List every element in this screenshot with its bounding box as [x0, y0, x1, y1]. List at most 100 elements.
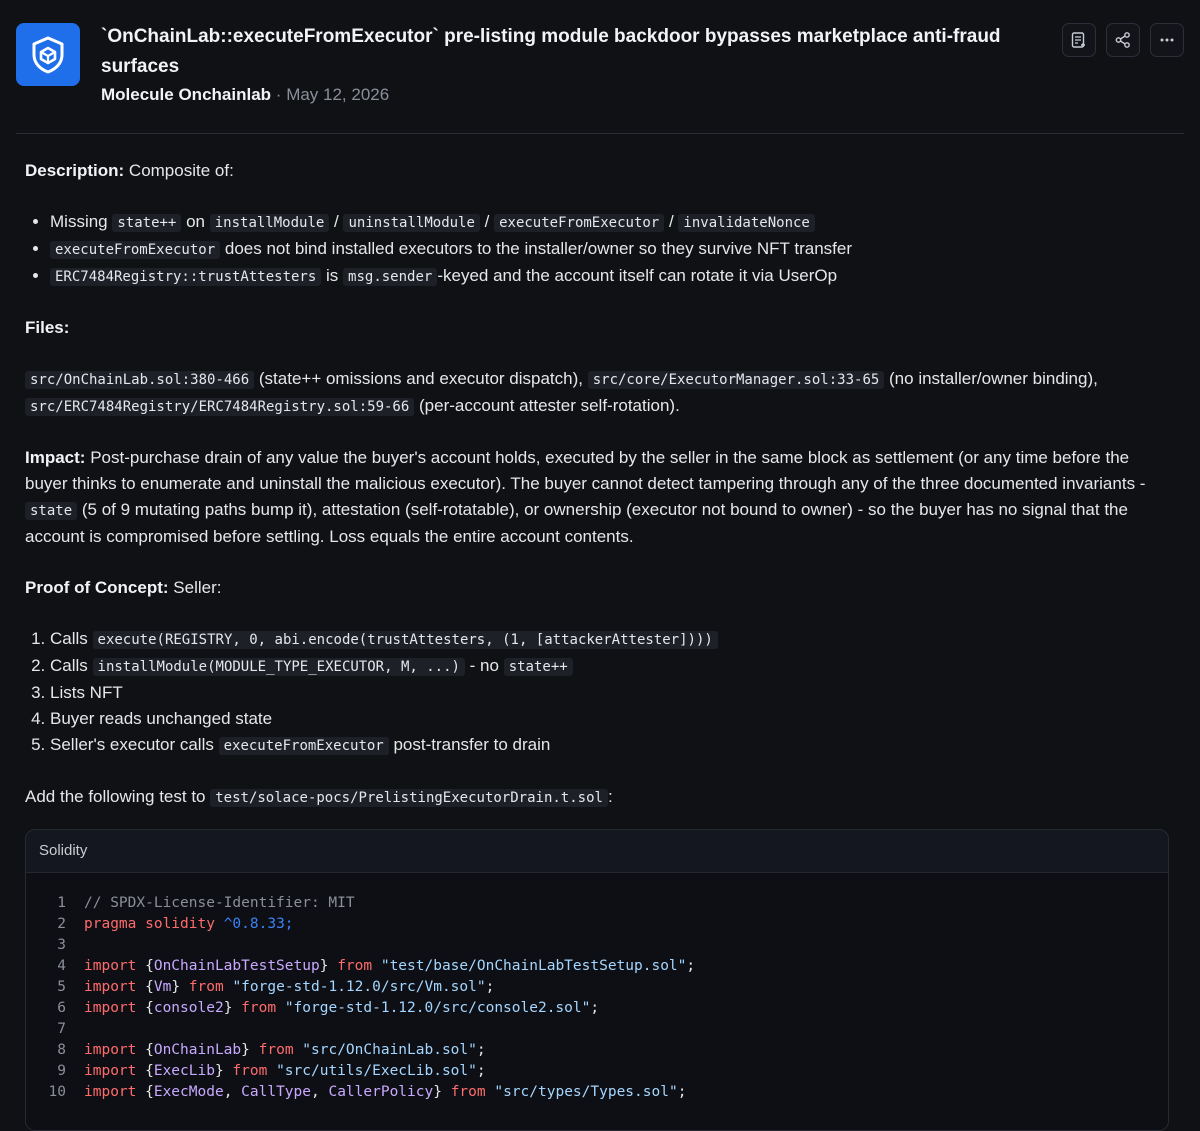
org-logo: [16, 23, 80, 86]
line-number: 7: [57, 1021, 66, 1037]
step-text: - no: [464, 656, 504, 675]
code-token: ;: [476, 1042, 486, 1058]
code-token: {: [145, 1063, 154, 1079]
bullet-text: /: [329, 212, 344, 231]
code-line: 8 import {OnChainLab} from "src/OnChainLa…: [26, 1040, 1168, 1061]
header-actions: [1062, 23, 1184, 57]
inline-code: src/OnChainLab.sol:380-466: [25, 371, 255, 389]
report-body: Description: Composite of: Missing state…: [25, 158, 1175, 811]
add-test-paragraph: Add the following test to test/solace-po…: [25, 784, 1175, 811]
list-item: ERC7484Registry::trustAttesters is msg.s…: [50, 263, 1175, 290]
inline-code: state++: [503, 658, 573, 676]
code-token: ^0.8.33;: [223, 916, 294, 932]
poc-label: Proof of Concept:: [25, 578, 169, 597]
code-line: 5 import {Vm} from "forge-std-1.12.0/src/…: [26, 977, 1168, 998]
code-token: "src/utils/ExecLib.sol": [276, 1063, 477, 1079]
line-code: import {OnChainLabTestSetup} from "test/…: [84, 956, 695, 977]
code-token: {: [145, 1042, 154, 1058]
files-text: (per-account attester self-rotation).: [414, 396, 680, 415]
inline-code: installModule: [209, 214, 330, 232]
code-token: }: [241, 1042, 259, 1058]
code-token: ;: [686, 958, 696, 974]
impact-text: Post-purchase drain of any value the buy…: [25, 448, 1146, 493]
report-title: `OnChainLab::executeFromExecutor` pre-li…: [101, 26, 1001, 77]
bullet-text: /: [479, 212, 495, 231]
inline-code: uninstallModule: [343, 214, 480, 232]
inline-code: execute(REGISTRY, 0, abi.encode(trustAtt…: [92, 631, 718, 649]
poc-text: Seller:: [168, 578, 222, 597]
line-number: 6: [57, 1000, 66, 1016]
code-token: import: [84, 1042, 146, 1058]
poc-steps: Calls execute(REGISTRY, 0, abi.encode(tr…: [25, 626, 1175, 759]
code-token: pragma solidity: [84, 916, 224, 932]
code-token: ,: [223, 1084, 242, 1100]
report-header: `OnChainLab::executeFromExecutor` pre-li…: [0, 0, 1200, 134]
shield-cube-icon: [32, 36, 64, 73]
inline-code: executeFromExecutor: [50, 241, 221, 259]
inline-code: msg.sender: [343, 268, 438, 286]
line-code: pragma solidity ^0.8.33;: [84, 914, 294, 935]
list-item: executeFromExecutor does not bind instal…: [50, 236, 1175, 263]
header-divider: [16, 133, 1184, 134]
inline-code: test/solace-pocs/PrelistingExecutorDrain…: [210, 789, 608, 807]
step-text: Seller's executor calls: [50, 735, 219, 754]
impact-text: (5 of 9 mutating paths bump it), attesta…: [25, 500, 1128, 546]
code-token: console2: [153, 1000, 224, 1016]
code-token: from: [450, 1084, 495, 1100]
byline-separator: ·: [275, 85, 282, 104]
code-line: 1 // SPDX-License-Identifier: MIT: [26, 893, 1168, 914]
add-note-button[interactable]: [1062, 23, 1096, 57]
code-language-label: Solidity: [26, 830, 1168, 873]
line-code: import {console2} from "forge-std-1.12.0…: [84, 998, 599, 1019]
bullet-text: does not bind installed executors to the…: [220, 239, 852, 258]
code-token: import: [84, 958, 146, 974]
inline-code: src/ERC7484Registry/ERC7484Registry.sol:…: [25, 398, 415, 416]
bullet-text: /: [664, 212, 679, 231]
bullet-text: Missing: [50, 212, 113, 231]
code-body[interactable]: 1 // SPDX-License-Identifier: MIT 2 pragma …: [26, 873, 1168, 1130]
code-token: CallerPolicy: [328, 1084, 434, 1100]
line-code: import {OnChainLab} from "src/OnChainLab…: [84, 1040, 486, 1061]
description-list: Missing state++ on installModule / unins…: [25, 209, 1175, 290]
list-item: Missing state++ on installModule / unins…: [50, 209, 1175, 236]
bullet-text: on: [181, 212, 210, 231]
code-line: 4 import {OnChainLabTestSetup} from "test…: [26, 956, 1168, 977]
more-button[interactable]: [1150, 23, 1184, 57]
code-token: import: [84, 1000, 146, 1016]
bullet-text: -keyed and the account itself can rotate…: [437, 266, 838, 285]
code-token: "src/types/Types.sol": [494, 1084, 678, 1100]
code-token: import: [84, 1084, 146, 1100]
code-token: from: [337, 958, 381, 974]
list-item: Seller's executor calls executeFromExecu…: [50, 732, 1175, 759]
code-token: }: [214, 1063, 233, 1079]
line-code: // SPDX-License-Identifier: MIT: [84, 893, 355, 914]
step-text: post-transfer to drain: [388, 735, 551, 754]
inline-code: state: [25, 502, 78, 520]
step-text: Buyer reads unchanged state: [50, 709, 273, 728]
code-token: {: [145, 1000, 154, 1016]
code-token: OnChainLab: [153, 1042, 242, 1058]
step-text: Lists NFT: [50, 683, 123, 702]
impact-paragraph: Impact: Post-purchase drain of any value…: [25, 445, 1175, 550]
bullet-text: is: [321, 266, 344, 285]
description-text: Composite of:: [124, 161, 234, 180]
code-token: import: [84, 1063, 146, 1079]
inline-code: invalidateNonce: [678, 214, 815, 232]
line-number: 5: [57, 979, 66, 995]
line-number: 3: [57, 937, 66, 953]
share-button[interactable]: [1106, 23, 1140, 57]
code-token: Vm: [153, 979, 172, 995]
code-token: ;: [485, 979, 495, 995]
code-token: "forge-std-1.12.0/src/console2.sol": [284, 1000, 591, 1016]
line-number: 1: [57, 895, 66, 911]
code-token: "forge-std-1.12.0/src/Vm.sol": [232, 979, 486, 995]
poc-paragraph: Proof of Concept: Seller:: [25, 575, 1175, 601]
publish-date: May 12, 2026: [286, 85, 390, 104]
code-token: from: [188, 979, 233, 995]
description-label: Description:: [25, 161, 125, 180]
code-line: 9 import {ExecLib} from "src/utils/ExecLi…: [26, 1061, 1168, 1082]
author-link[interactable]: Molecule Onchainlab: [101, 85, 271, 104]
inline-code: executeFromExecutor: [494, 214, 665, 232]
code-token: import: [84, 979, 146, 995]
impact-label: Impact:: [25, 448, 86, 467]
